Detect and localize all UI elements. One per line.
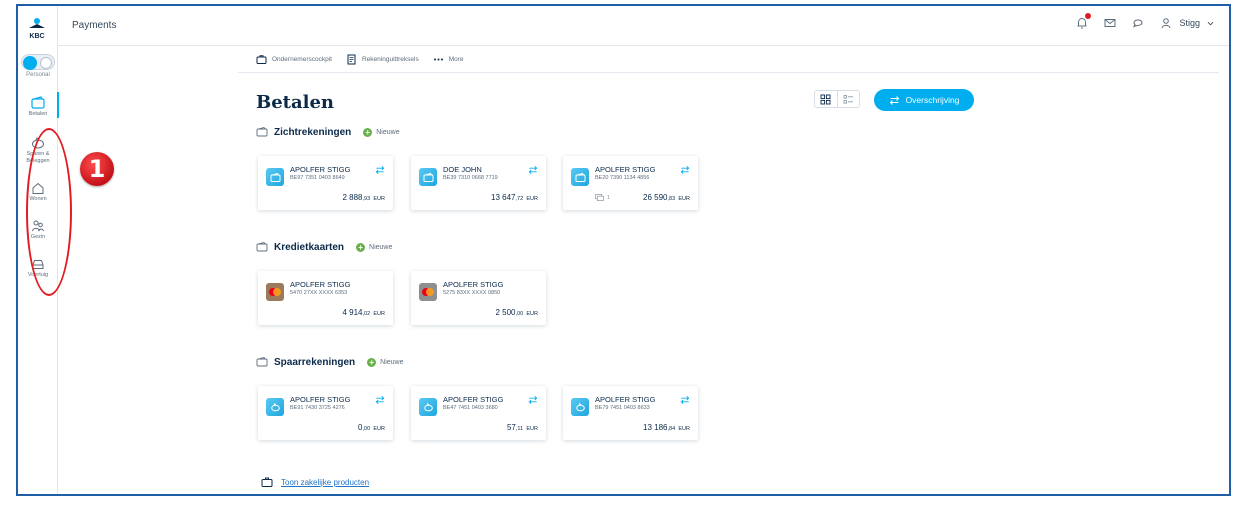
credit-card-item[interactable]: APOLFER STIGG 5470 27XX XXXX 6353 4 914,… xyxy=(258,271,393,325)
page-title: Betalen xyxy=(256,92,335,113)
wallet-icon xyxy=(571,168,589,186)
mastercard-icon xyxy=(419,283,437,301)
balance: 57,11 EUR xyxy=(506,423,538,432)
wallet-icon xyxy=(256,356,268,367)
sidebar-item-betalen[interactable]: Betalen xyxy=(18,92,59,118)
linked-cards-count: 1 xyxy=(595,194,610,201)
list-view-button[interactable] xyxy=(838,91,860,107)
grid-view-button[interactable] xyxy=(815,91,838,107)
wallet-icon xyxy=(256,241,268,252)
transfer-icon[interactable] xyxy=(528,165,538,175)
subnav-divider xyxy=(238,72,1219,73)
briefcase-icon xyxy=(256,55,267,64)
transfer-icon[interactable] xyxy=(375,165,385,175)
plus-icon: + xyxy=(363,127,373,137)
subnav-rekeninguittreksels[interactable]: Rekeninguittreksels xyxy=(346,54,419,65)
section-savings-accounts: Spaarrekeningen + Nieuwe xyxy=(256,356,404,368)
savings-card[interactable]: APOLFER STIGG BE91 7430 3725 4276 0,00 E… xyxy=(258,386,393,440)
balance: 2 888,93 EUR xyxy=(342,193,385,202)
mastercard-icon xyxy=(266,283,284,301)
highlight-oval xyxy=(26,128,72,296)
user-menu[interactable]: Stigg xyxy=(1159,16,1215,30)
notification-dot xyxy=(1085,13,1092,19)
personal-business-toggle[interactable] xyxy=(21,54,55,70)
briefcase-icon xyxy=(261,477,273,487)
balance: 13 647,72 EUR xyxy=(491,193,538,202)
page-header-title: Payments xyxy=(72,20,117,31)
balance: 4 914,02 EUR xyxy=(342,308,385,317)
swap-arrows-icon xyxy=(889,95,899,105)
balance: 13 186,84 EUR xyxy=(643,423,690,432)
subnav-more[interactable]: More xyxy=(433,54,464,65)
toggle-label: Personal xyxy=(26,72,50,78)
wallet-icon xyxy=(256,126,268,137)
svg-text:KBC: KBC xyxy=(29,33,44,40)
user-icon xyxy=(23,56,37,70)
app-window: KBC Personal Betalen Sparen & Beleggen W… xyxy=(16,4,1231,496)
transfer-icon[interactable] xyxy=(680,165,690,175)
transfer-icon[interactable] xyxy=(375,395,385,405)
plus-icon: + xyxy=(367,357,377,367)
transfer-icon[interactable] xyxy=(680,395,690,405)
account-card[interactable]: APOLFER STIGG BE20 7390 1134 4856 1 26 5… xyxy=(563,156,698,210)
top-bar: Payments Stigg xyxy=(58,6,1229,46)
section-credit-cards: Kredietkaarten + Nieuwe xyxy=(256,241,392,253)
secondary-nav: Ondernemerscockpit Rekeninguittreksels M… xyxy=(256,54,464,65)
balance: 2 500,00 EUR xyxy=(495,308,538,317)
chat-icon[interactable] xyxy=(1131,16,1145,30)
transfer-button[interactable]: Overschrijving xyxy=(874,89,974,111)
view-toggle xyxy=(814,90,860,108)
add-current-account-button[interactable]: + Nieuwe xyxy=(363,127,400,137)
user-icon xyxy=(1161,18,1171,29)
plus-icon: + xyxy=(356,242,366,252)
chevron-down-icon xyxy=(1207,21,1214,25)
piggy-bank-icon xyxy=(266,398,284,416)
callout-number-badge: 1 xyxy=(80,152,114,186)
mail-icon[interactable] xyxy=(1103,16,1117,30)
notifications-button[interactable] xyxy=(1075,13,1092,30)
document-icon xyxy=(347,54,356,65)
add-savings-account-button[interactable]: + Nieuwe xyxy=(367,357,404,367)
wallet-icon xyxy=(266,168,284,186)
cards-icon xyxy=(595,194,604,201)
account-card[interactable]: APOLFER STIGG BE97 7351 0403 8649 2 888,… xyxy=(258,156,393,210)
piggy-bank-icon xyxy=(571,398,589,416)
briefcase-icon xyxy=(40,57,52,69)
wallet-icon xyxy=(419,168,437,186)
more-dots-icon xyxy=(433,58,443,61)
account-card[interactable]: DOE JOHN BE39 7310 0668 7719 13 647,72 E… xyxy=(411,156,546,210)
savings-card[interactable]: APOLFER STIGG BE79 7451 0403 8633 13 186… xyxy=(563,386,698,440)
kbc-logo[interactable]: KBC xyxy=(24,16,50,42)
savings-card[interactable]: APOLFER STIGG BE47 7451 0403 3680 57,11 … xyxy=(411,386,546,440)
piggy-bank-icon xyxy=(419,398,437,416)
section-current-accounts: Zichtrekeningen + Nieuwe xyxy=(256,126,400,138)
transfer-icon[interactable] xyxy=(528,395,538,405)
balance: 0,00 EUR xyxy=(358,423,385,432)
balance: 26 590,83 EUR xyxy=(643,193,690,202)
user-name: Stigg xyxy=(1179,18,1200,28)
wallet-icon xyxy=(31,96,45,109)
show-business-products-link[interactable]: Toon zakelijke producten xyxy=(261,476,369,488)
credit-card-item[interactable]: APOLFER STIGG 5275 83XX XXXX 0850 2 500,… xyxy=(411,271,546,325)
header-actions: Stigg xyxy=(1075,13,1215,30)
subnav-ondernemerscockpit[interactable]: Ondernemerscockpit xyxy=(256,54,332,65)
grid-icon xyxy=(820,94,831,104)
list-icon xyxy=(843,94,853,103)
add-credit-card-button[interactable]: + Nieuwe xyxy=(356,242,392,252)
